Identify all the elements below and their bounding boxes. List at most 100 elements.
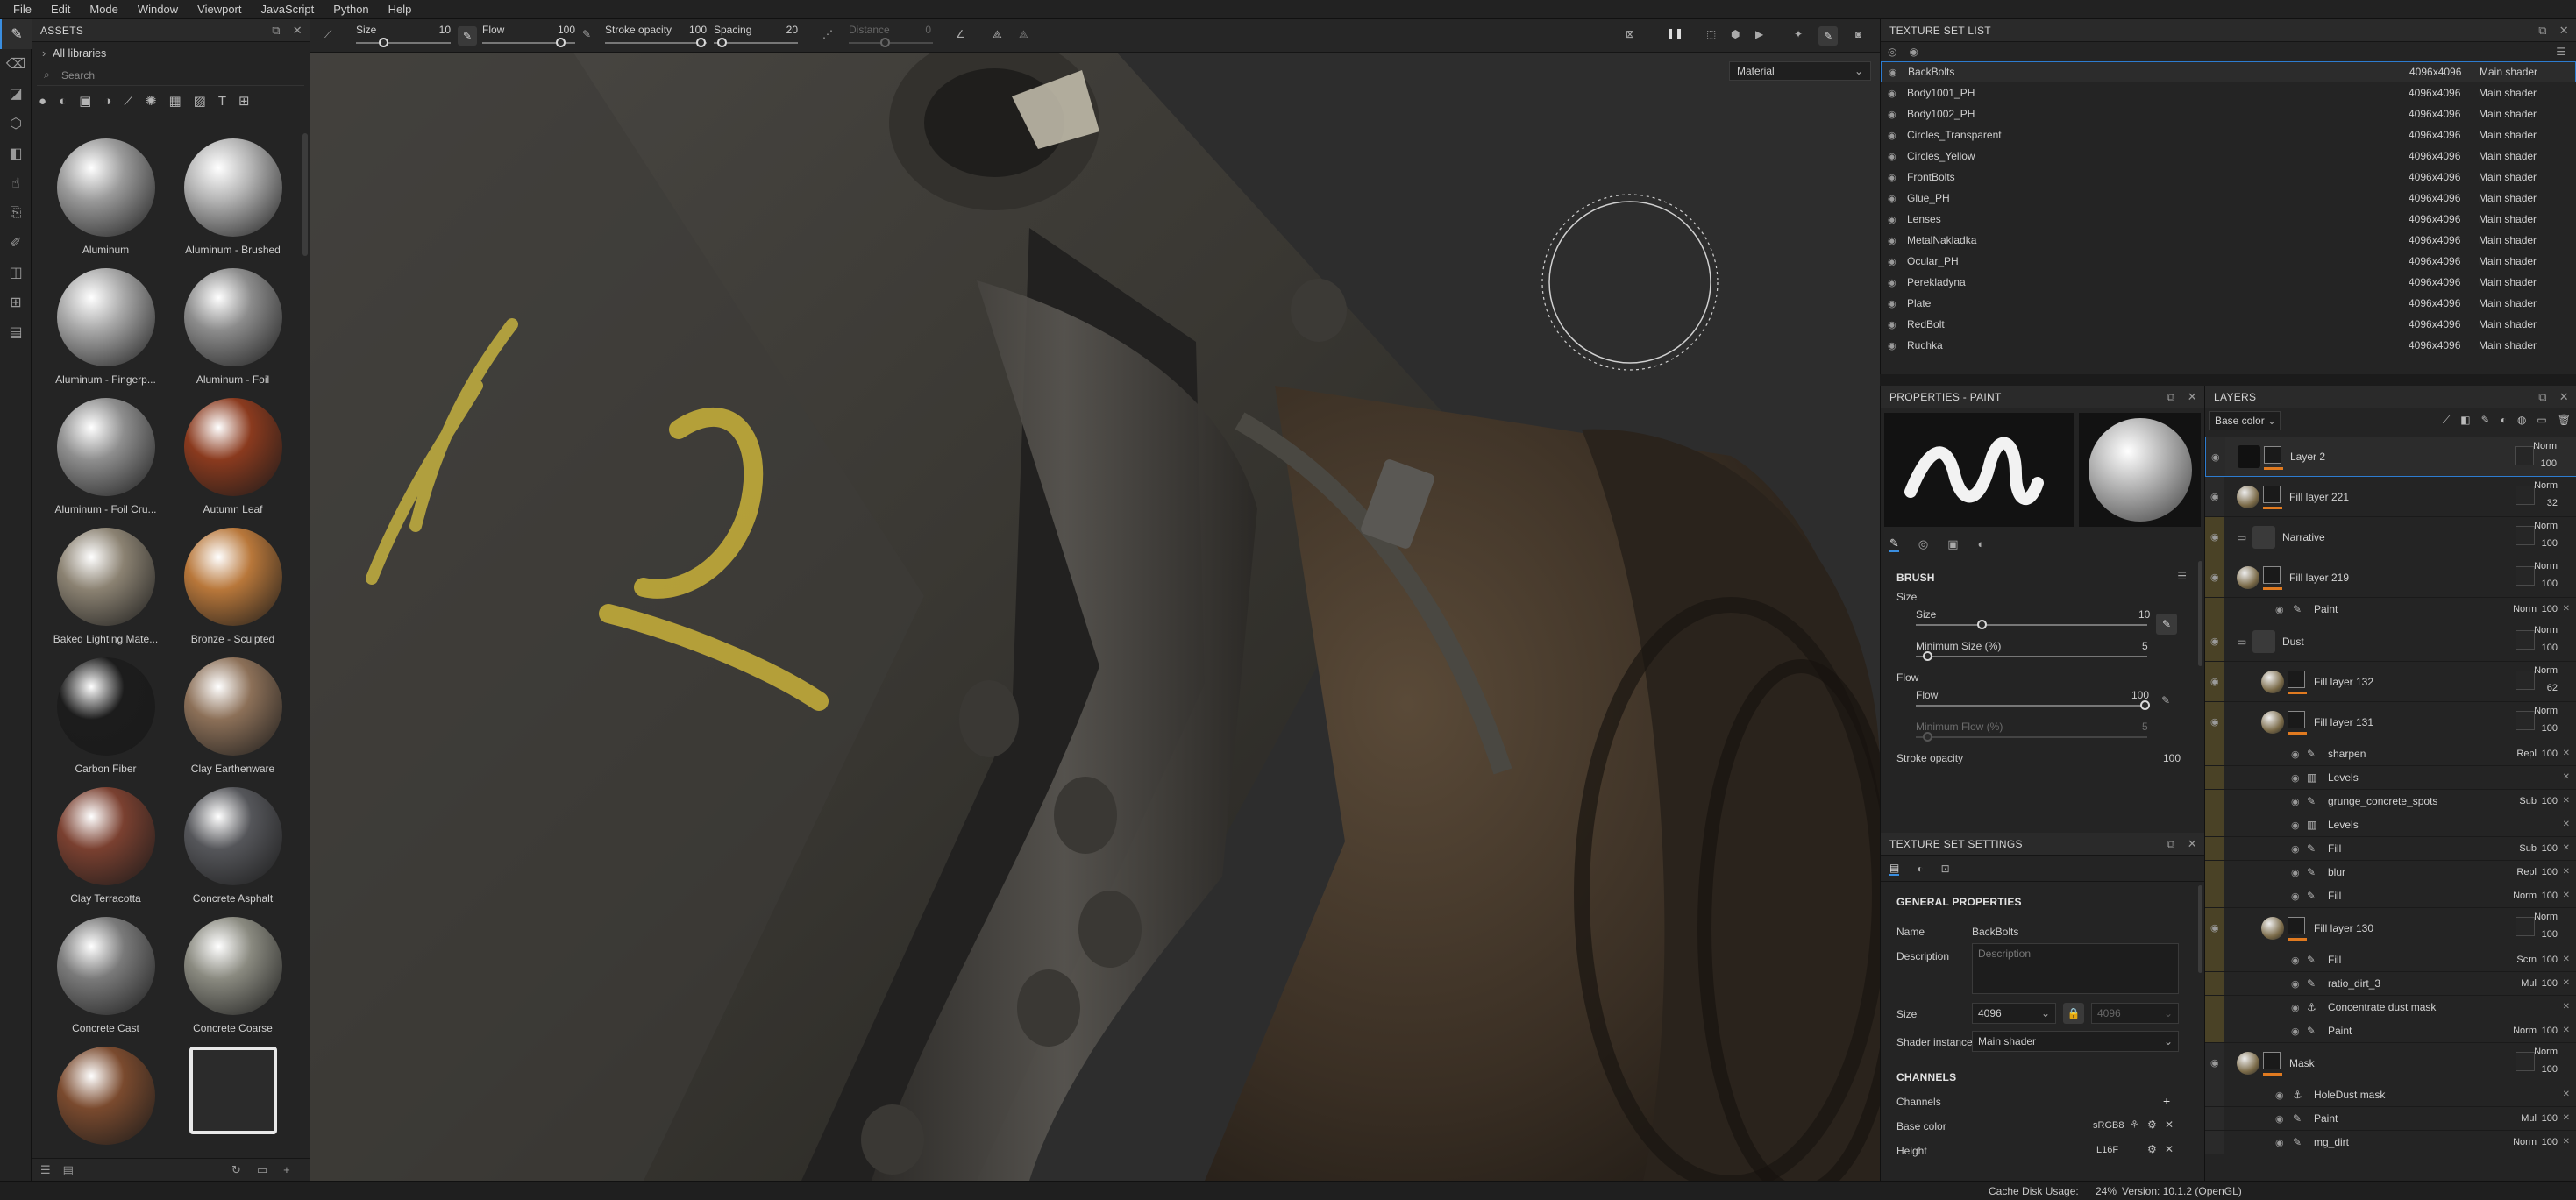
flow-pen-icon[interactable]: ✎ [582,28,591,40]
layer-effect-row[interactable]: ◉ ✎ Fill Sub 100 ✕ [2205,837,2576,861]
texture-set-shader[interactable]: Main shader [2479,150,2537,162]
eye-icon[interactable]: ◉ [1888,130,1896,141]
blend-mode-dropdown[interactable]: Norm [2534,625,2558,636]
angle-icon[interactable]: ∠ [956,28,965,40]
opacity-value[interactable]: 100 [2542,867,2558,877]
remove-effect-icon[interactable]: ✕ [2563,772,2570,782]
opacity-value[interactable]: 100 [2542,891,2558,901]
distance-value[interactable]: 0 [915,24,931,36]
add-mask-icon[interactable]: ◧ [2460,414,2470,427]
layer-folder-row[interactable]: ◉ ▭ Dust Norm 100 [2205,621,2576,662]
float-panel-icon[interactable]: ⧉ [272,24,281,38]
add-smart-material-icon[interactable]: ◍ [2517,414,2526,427]
section-menu-icon[interactable]: ☰ [2177,570,2187,582]
channel-settings-icon[interactable]: ⚙ [2147,1118,2157,1131]
layer-effect-row[interactable]: ◉ ⚓ Concentrate dust mask ✕ [2205,996,2576,1019]
brush-stroke-preview[interactable] [1884,413,2074,527]
close-panel-icon[interactable]: ✕ [2559,24,2569,38]
size-pen-pressure-icon[interactable]: ✎ [458,26,477,46]
visibility-toggle-icon[interactable]: ◎ [1888,46,1896,58]
texture-set-row[interactable]: ◉ Ruchka 4096x4096 Main shader [1881,335,2576,356]
opacity-value[interactable]: 100 [2542,538,2558,549]
eye-icon[interactable]: ◉ [1888,214,1896,225]
layer-content-swatch[interactable] [2516,630,2535,650]
view-2d-3d-icon[interactable]: ⬚ [1706,28,1716,40]
opacity-value[interactable]: 62 [2547,683,2558,693]
list-view-icon[interactable]: ☰ [40,1163,51,1177]
add-fill-layer-icon[interactable]: ◐ [2501,414,2507,427]
lazy-mouse-icon[interactable]: ⋰ [822,28,833,40]
layer-row[interactable]: ◉ Fill layer 130 Norm 100 [2205,908,2576,948]
geometry-mask-tool-icon[interactable]: ⬡ [0,109,32,138]
layer-effect-row[interactable]: ◉ ✎ sharpen Repl 100 ✕ [2205,742,2576,766]
remove-channel-icon[interactable]: ✕ [2165,1143,2174,1155]
remove-effect-icon[interactable]: ✕ [2563,820,2570,829]
layer-row[interactable]: ◉ Fill layer 219 Norm 100 [2205,557,2576,598]
settings-tab-icon[interactable]: ▤ [1889,862,1900,876]
render-icon[interactable]: ◙ [1855,28,1861,40]
3d-viewport[interactable]: Material ⌄ [310,53,1880,1181]
distance-slider[interactable] [849,42,933,44]
blend-mode-dropdown[interactable]: Norm [2534,1047,2558,1057]
texture-set-row[interactable]: ◉ RedBolt 4096x4096 Main shader [1881,314,2576,335]
mask-thumbnail[interactable] [2263,1052,2281,1069]
details-view-icon[interactable]: ▤ [63,1163,74,1177]
texture-set-shader[interactable]: Main shader [2480,66,2537,78]
texture-set-shader[interactable]: Main shader [2479,276,2537,288]
mask-thumbnail[interactable] [2263,566,2281,584]
texture-set-shader[interactable]: Main shader [2479,108,2537,120]
blend-mode-dropdown[interactable]: Norm [2513,1026,2537,1036]
texture-set-shader[interactable]: Main shader [2479,339,2537,351]
asset-tile[interactable] [169,1047,296,1168]
textures-filter-icon[interactable]: ▦ [168,93,181,109]
visibility-eye-icon[interactable]: ◉ [2291,978,2300,990]
fill-tool-icon[interactable]: ◧ [0,138,32,168]
visibility-eye-icon[interactable]: ◉ [2291,820,2300,831]
eye-icon[interactable]: ◉ [1888,193,1896,204]
picker-tool-icon[interactable]: ✐ [0,228,32,258]
menu-icon[interactable]: ☰ [2556,46,2565,58]
mask-thumbnail[interactable] [2288,671,2305,688]
remove-effect-icon[interactable]: ✕ [2563,978,2570,988]
clone-tool-icon[interactable]: ⎘ [0,198,32,228]
asset-tile[interactable]: Concrete Coarse [169,917,296,1038]
eye-icon[interactable]: ◉ [1888,277,1896,288]
layer-effect-row[interactable]: ◉ ✎ mg_dirt Norm 100 ✕ [2205,1131,2576,1154]
channel-settings-icon[interactable]: ⚙ [2147,1143,2157,1155]
visibility-eye-icon[interactable]: ◉ [2291,796,2300,807]
opacity-value[interactable]: 100 [2542,1137,2558,1147]
menu-item-python[interactable]: Python [324,0,378,19]
menu-item-window[interactable]: Window [128,0,188,19]
layer-row[interactable]: ◉ Layer 2 Norm 100 [2205,437,2576,477]
layer-effect-row[interactable]: ◉ ✎ blur Repl 100 ✕ [2205,861,2576,884]
visibility-eye-icon[interactable]: ◉ [2291,1026,2300,1037]
layer-content-swatch[interactable] [2516,671,2535,690]
texture-set-row[interactable]: ◉ Body1002_PH 4096x4096 Main shader [1881,103,2576,124]
float-panel-icon[interactable]: ⧉ [2538,24,2547,38]
min-size-handle[interactable] [1923,651,1932,661]
asset-tile[interactable]: Aluminum - Fingerp... [42,268,169,389]
visibility-eye-icon[interactable]: ◉ [2210,676,2219,687]
brush-flow-slider[interactable] [1916,705,2147,707]
add-asset-icon[interactable]: + [283,1163,290,1176]
blend-mode-dropdown[interactable]: Norm [2513,604,2537,614]
blend-mode-dropdown[interactable]: Sub [2519,796,2537,806]
visibility-eye-icon[interactable]: ◉ [2210,531,2219,543]
annotation-tool-icon[interactable]: ▤ [0,317,32,347]
brush-mode-icon[interactable]: ✎ [1818,26,1838,46]
blend-mode-dropdown[interactable]: Norm [2513,891,2537,901]
stencil-tab-icon[interactable]: ▣ [1947,537,1958,551]
mask-thumbnail[interactable] [2263,486,2281,503]
opacity-value[interactable]: 32 [2547,498,2558,508]
eye-icon[interactable]: ◉ [1888,172,1896,183]
asset-tile[interactable]: Carbon Fiber [42,657,169,778]
search-input[interactable]: ⌕ Search [37,65,304,86]
visibility-eye-icon[interactable]: ◉ [2210,572,2219,583]
asset-tile[interactable] [42,1047,169,1168]
visibility-eye-icon[interactable]: ◉ [2210,1057,2219,1069]
menu-item-help[interactable]: Help [379,0,422,19]
stroke-opacity-value[interactable]: 100 [679,24,707,36]
brush-flow-handle[interactable] [2140,700,2150,710]
asset-tile[interactable]: Aluminum - Brushed [169,138,296,259]
blend-mode-dropdown[interactable]: Norm [2534,912,2558,922]
